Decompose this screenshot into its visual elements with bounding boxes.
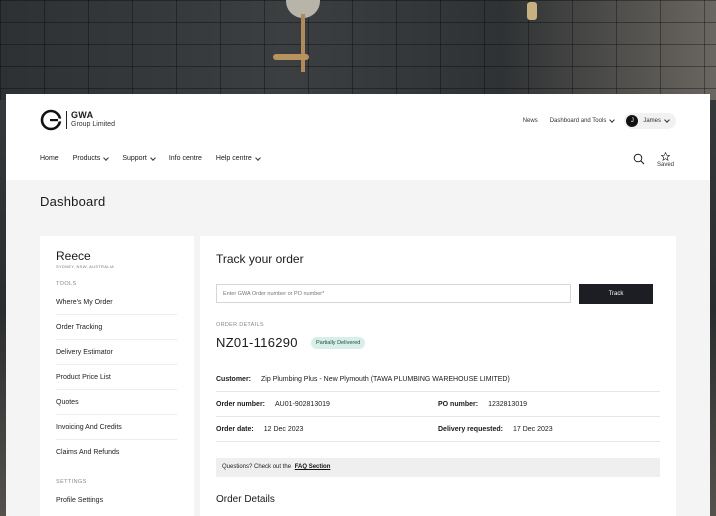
sidebar-item-claims-refunds[interactable]: Claims And Refunds [56, 440, 177, 465]
order-number-heading: NZ01-116290 [216, 335, 298, 350]
nav-products-label: Products [72, 155, 101, 162]
delivery-date-cell: Delivery requested: 17 Dec 2023 [438, 426, 660, 433]
faq-link[interactable]: FAQ Section [295, 464, 331, 470]
portal-window: GWA Group Limited News Dashboard and Too… [6, 94, 710, 516]
nav-products[interactable]: Products [72, 154, 110, 162]
tools-heading: TOOLS [56, 281, 77, 287]
chevron-down-icon [254, 154, 261, 161]
saved-button[interactable]: Saved [657, 152, 674, 168]
nav-info-centre[interactable]: Info centre [169, 155, 202, 162]
chevron-down-icon [150, 154, 156, 161]
order-details-title: Order Details [216, 494, 275, 505]
star-icon [660, 152, 670, 161]
org-name: Reece [56, 249, 91, 263]
po-number-label: PO number: [438, 400, 479, 408]
nav-support-label: Support [122, 155, 147, 162]
order-number-cell: Order number: AU01-902813019 [216, 401, 438, 408]
utility-nav: News Dashboard and Tools J James [511, 113, 676, 129]
track-order-panel: Track your order Track ORDER DETAILS NZ0… [200, 236, 676, 516]
order-number-value: AU01-902813019 [275, 400, 330, 408]
org-location: SYDNEY, NSW, AUSTRALIA [56, 264, 115, 269]
sidebar-item-wheres-my-order[interactable]: Where's My Order [56, 290, 177, 315]
track-title: Track your order [216, 252, 304, 266]
track-button[interactable]: Track [579, 284, 653, 304]
search-icon[interactable] [633, 153, 645, 165]
user-menu[interactable]: J James [624, 113, 676, 129]
order-numbers-row: Order number: AU01-902813019 PO number: … [216, 392, 660, 417]
sidebar-item-product-price-list[interactable]: Product Price List [56, 365, 177, 390]
gwa-logo-icon [40, 109, 62, 131]
sidebar: Reece SYDNEY, NSW, AUSTRALIA TOOLS Where… [40, 236, 194, 516]
nav-home[interactable]: Home [40, 155, 59, 162]
sidebar-item-invoicing-credits[interactable]: Invoicing And Credits [56, 415, 177, 440]
settings-heading: SETTINGS [56, 479, 87, 485]
order-date-label: Order date: [216, 425, 254, 433]
avatar: J [626, 115, 639, 127]
shower-pipe-image [301, 14, 305, 72]
dashboard-content: Dashboard Reece SYDNEY, NSW, AUSTRALIA T… [6, 180, 710, 516]
order-number-label: Order number: [216, 400, 266, 408]
sidebar-item-order-tracking[interactable]: Order Tracking [56, 315, 177, 340]
chevron-down-icon [103, 154, 110, 161]
saved-label: Saved [656, 162, 674, 168]
order-details-label: ORDER DETAILS [216, 322, 264, 328]
site-header: GWA Group Limited News Dashboard and Too… [6, 94, 710, 180]
dashboard-tools-menu[interactable]: Dashboard and Tools [549, 117, 616, 124]
header-actions: Saved [633, 152, 674, 168]
order-search-input[interactable] [216, 284, 571, 303]
brand-wordmark: GWA Group Limited [66, 111, 115, 129]
customer-row: Customer: Zip Plumbing Plus - New Plymou… [216, 367, 660, 392]
news-link[interactable]: News [523, 118, 538, 124]
sidebar-item-profile-settings[interactable]: Profile Settings [56, 488, 177, 513]
nav-support[interactable]: Support [122, 154, 156, 162]
order-date-cell: Order date: 12 Dec 2023 [216, 426, 438, 433]
order-date-value: 12 Dec 2023 [263, 425, 304, 433]
dashboard-tools-label: Dashboard and Tools [549, 118, 607, 124]
brand-line1: GWA [71, 110, 94, 120]
brand-logo[interactable]: GWA Group Limited [40, 109, 115, 131]
wall-light-image [527, 2, 537, 20]
sidebar-item-quotes[interactable]: Quotes [56, 390, 177, 415]
sidebar-item-delivery-estimator[interactable]: Delivery Estimator [56, 340, 177, 365]
dates-row: Order date: 12 Dec 2023 Delivery request… [216, 417, 660, 442]
delivery-requested-label: Delivery requested: [438, 425, 503, 433]
customer-value: Zip Plumbing Plus - New Plymouth (TAWA P… [261, 375, 510, 383]
shower-valve-image [273, 54, 309, 60]
nav-help-label: Help centre [215, 155, 252, 162]
po-number-cell: PO number: 1232813019 [438, 401, 660, 408]
faq-banner: Questions? Check out the FAQ Section [216, 458, 660, 477]
customer-label: Customer: [216, 375, 252, 383]
status-badge: Partially Delivered [311, 337, 366, 349]
user-name: James [643, 118, 661, 124]
main-nav: Home Products Support Info centre Help c… [40, 154, 274, 162]
nav-help-centre[interactable]: Help centre [215, 154, 261, 162]
page-title: Dashboard [40, 194, 106, 209]
delivery-requested-value: 17 Dec 2023 [512, 425, 553, 433]
po-number-value: 1232813019 [488, 400, 527, 408]
faq-text: Questions? Check out the [222, 464, 292, 470]
tile-wall [0, 0, 716, 100]
chevron-down-icon [609, 117, 616, 123]
brand-line2: Group Limited [71, 121, 115, 128]
chevron-down-icon [664, 117, 670, 123]
